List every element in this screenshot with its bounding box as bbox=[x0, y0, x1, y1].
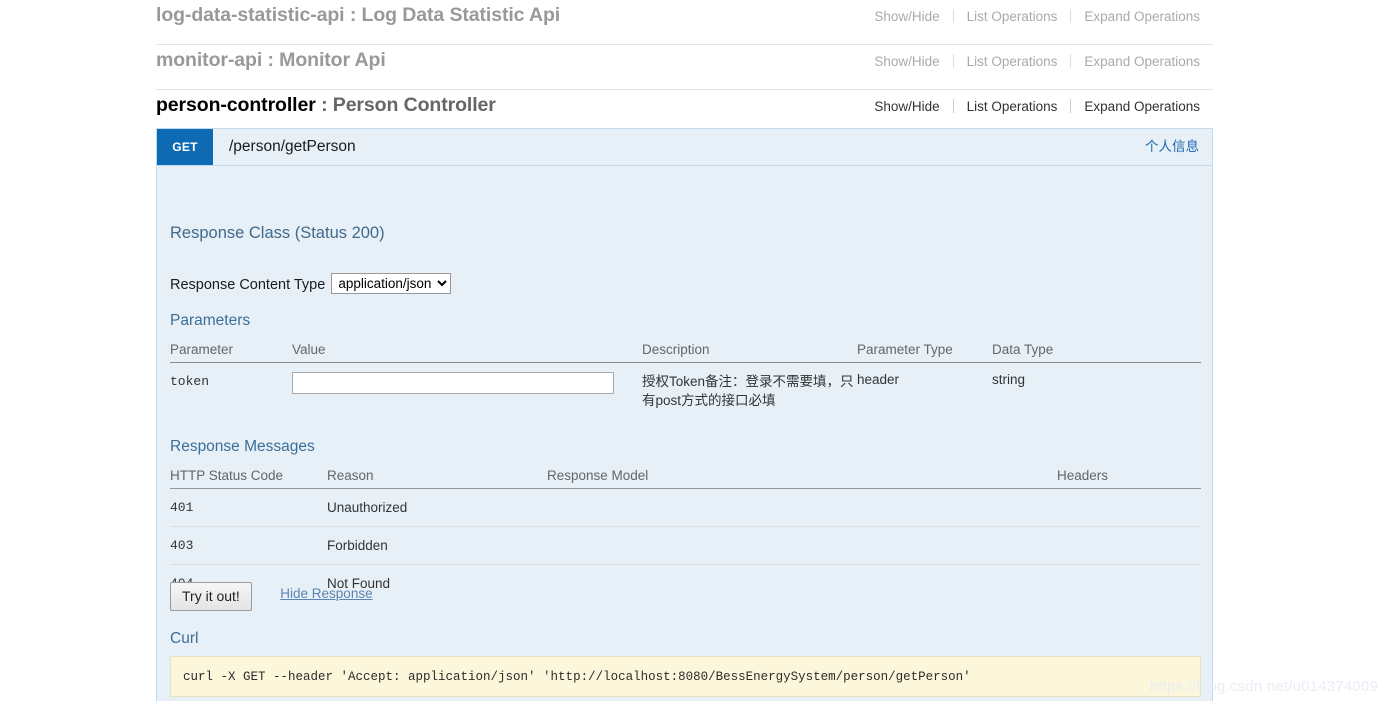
parameter-name: token bbox=[170, 362, 292, 420]
resource-title: person-controller : Person Controller bbox=[156, 94, 496, 117]
expand-operations-link[interactable]: Expand Operations bbox=[1071, 9, 1200, 24]
swagger-page: log-data-statistic-api : Log Data Statis… bbox=[0, 0, 1386, 701]
resource-options: Show/Hide List Operations Expand Operation… bbox=[861, 54, 1200, 69]
status-model bbox=[547, 488, 1057, 527]
resource-tag: person-controller bbox=[156, 94, 316, 116]
response-content-type-label: Response Content Type bbox=[170, 277, 326, 293]
resource-tag: monitor-api bbox=[156, 49, 263, 71]
expand-operations-link[interactable]: Expand Operations bbox=[1071, 99, 1200, 114]
resource-description: Log Data Statistic Api bbox=[361, 4, 561, 26]
resource-description: Person Controller bbox=[332, 94, 496, 116]
parameter-data-type: string bbox=[992, 362, 1201, 420]
curl-command: curl -X GET --header 'Accept: applicatio… bbox=[183, 670, 971, 684]
curl-command-box: curl -X GET --header 'Accept: applicatio… bbox=[170, 656, 1201, 697]
status-code: 403 bbox=[170, 526, 327, 565]
curl-title: Curl bbox=[170, 630, 199, 647]
table-row: 403 Forbidden bbox=[170, 526, 1201, 565]
parameters-table: Parameter Value Description Parameter Ty… bbox=[170, 338, 1201, 420]
header-response-model: Response Model bbox=[547, 464, 1057, 489]
status-headers bbox=[1057, 526, 1201, 565]
table-row: token 授权Token备注：登录不需要填，只有post方式的接口必填 hea… bbox=[170, 362, 1201, 420]
header-parameter-type: Parameter Type bbox=[857, 338, 992, 363]
status-model bbox=[547, 526, 1057, 565]
resource-options: Show/Hide List Operations Expand Operation… bbox=[861, 9, 1200, 24]
response-class-title: Response Class (Status 200) bbox=[170, 224, 385, 242]
resource-monitor-api[interactable]: monitor-api : Monitor Api Show/Hide List … bbox=[156, 45, 1213, 90]
hide-response-link[interactable]: Hide Response bbox=[280, 586, 372, 601]
operation-path: /person/getPerson bbox=[229, 138, 356, 155]
http-method-badge: GET bbox=[157, 129, 213, 165]
try-it-out-button[interactable]: Try it out! bbox=[170, 582, 252, 611]
operation-header[interactable]: GET /person/getPerson 个人信息 bbox=[157, 129, 1212, 166]
resource-description: Monitor Api bbox=[279, 49, 386, 71]
parameters-header-row: Parameter Value Description Parameter Ty… bbox=[170, 338, 1201, 363]
show-hide-link[interactable]: Show/Hide bbox=[861, 54, 952, 69]
header-description: Description bbox=[642, 338, 857, 363]
operation-body: Response Class (Status 200) Response Con… bbox=[157, 166, 1212, 701]
status-reason: Forbidden bbox=[327, 526, 547, 565]
resource-separator: : bbox=[315, 94, 333, 116]
response-messages-title: Response Messages bbox=[170, 438, 315, 455]
token-input[interactable] bbox=[292, 372, 614, 394]
resource-title: log-data-statistic-api : Log Data Statis… bbox=[156, 4, 560, 27]
header-data-type: Data Type bbox=[992, 338, 1201, 363]
list-operations-link[interactable]: List Operations bbox=[954, 54, 1071, 69]
header-parameter: Parameter bbox=[170, 338, 292, 363]
status-model bbox=[547, 564, 1057, 602]
resource-separator: : bbox=[262, 49, 280, 71]
resource-options: Show/Hide List Operations Expand Operation… bbox=[861, 99, 1200, 114]
parameters-title: Parameters bbox=[170, 312, 251, 329]
header-headers: Headers bbox=[1057, 464, 1201, 489]
status-headers bbox=[1057, 488, 1201, 527]
list-operations-link[interactable]: List Operations bbox=[954, 9, 1071, 24]
resource-tag: log-data-statistic-api bbox=[156, 4, 345, 26]
expand-operations-link[interactable]: Expand Operations bbox=[1071, 54, 1200, 69]
status-code: 401 bbox=[170, 488, 327, 527]
show-hide-link[interactable]: Show/Hide bbox=[861, 9, 952, 24]
response-content-type-select[interactable]: application/json bbox=[331, 273, 452, 294]
response-header-row: HTTP Status Code Reason Response Model H… bbox=[170, 464, 1201, 489]
parameter-value-cell bbox=[292, 362, 642, 420]
parameter-type: header bbox=[857, 362, 992, 420]
resource-log-data-statistic-api[interactable]: log-data-statistic-api : Log Data Statis… bbox=[156, 0, 1213, 45]
parameter-description: 授权Token备注：登录不需要填，只有post方式的接口必填 bbox=[642, 362, 857, 420]
response-content-type-row: Response Content Type application/json bbox=[170, 273, 452, 294]
status-reason: Unauthorized bbox=[327, 488, 547, 527]
list-operations-link[interactable]: List Operations bbox=[954, 99, 1071, 114]
operation-get-person: GET /person/getPerson 个人信息 Response Clas… bbox=[156, 128, 1213, 701]
header-status-code: HTTP Status Code bbox=[170, 464, 327, 489]
show-hide-link[interactable]: Show/Hide bbox=[861, 99, 952, 114]
status-headers bbox=[1057, 564, 1201, 602]
resource-title: monitor-api : Monitor Api bbox=[156, 49, 386, 72]
submit-row: Try it out! Hide Response bbox=[170, 582, 373, 611]
header-reason: Reason bbox=[327, 464, 547, 489]
table-row: 401 Unauthorized bbox=[170, 488, 1201, 527]
operation-summary: 个人信息 bbox=[1145, 139, 1199, 154]
header-value: Value bbox=[292, 338, 642, 363]
resource-separator: : bbox=[344, 4, 362, 26]
